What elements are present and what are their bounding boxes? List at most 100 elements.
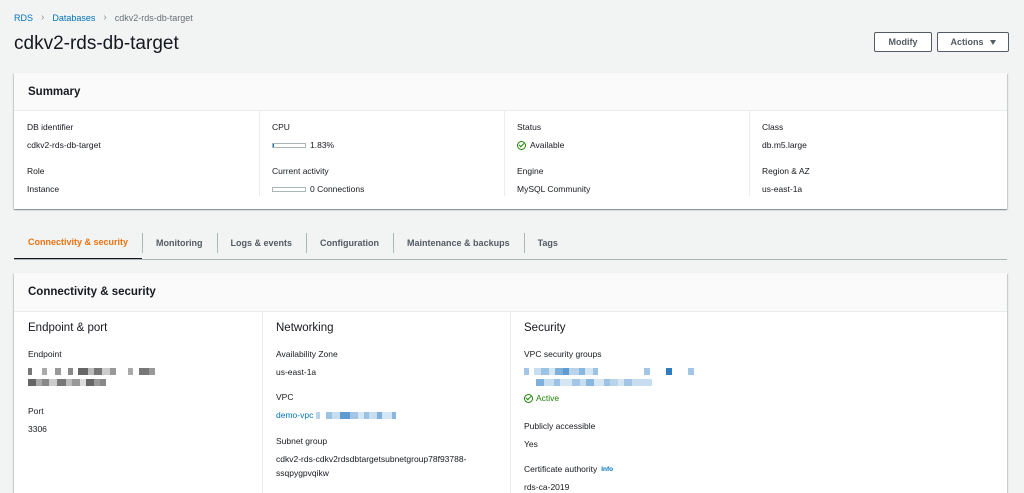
region-label: Region & AZ [762, 166, 810, 176]
db-identifier-label: DB identifier [27, 122, 74, 132]
tab-logs-events[interactable]: Logs & events [216, 226, 307, 260]
tabs-divider [14, 259, 1007, 260]
region-field: Region & AZ us-east-1a [762, 166, 810, 194]
vpc-value-row: demo-vpc [276, 410, 397, 420]
role-field: Role Instance [27, 166, 59, 194]
tab-configuration[interactable]: Configuration [306, 226, 393, 260]
engine-label: Engine [517, 166, 544, 176]
summary-panel: Summary DB identifier cdkv2-rds-db-targe… [14, 73, 1007, 209]
modify-button-label: Modify [888, 37, 918, 47]
certificate-authority-value: rds-ca-2019 [524, 482, 570, 492]
certificate-authority-label-row: Certificate authority Info [524, 464, 613, 474]
endpoint-column: Endpoint & port Endpoint Port 3306 [14, 312, 262, 493]
publicly-accessible-field: Publicly accessible Yes [524, 421, 595, 449]
summary-title: Summary [28, 85, 81, 98]
status-value: Available [530, 140, 565, 150]
status-badge: Available [517, 140, 564, 150]
tab-connectivity-security[interactable]: Connectivity & security [14, 226, 143, 260]
vpc-security-groups-field: VPC security groups Active [524, 349, 694, 403]
activity-label: Current activity [272, 166, 329, 176]
availability-zone-label: Availability Zone [276, 349, 338, 359]
connectivity-header: Connectivity & security [14, 273, 1007, 312]
tab-maintenance-backups[interactable]: Maintenance & backups [393, 226, 524, 260]
port-label: Port [28, 406, 44, 416]
vpc-id-redacted [316, 411, 397, 419]
region-value: us-east-1a [762, 184, 803, 194]
cpu-meter [272, 142, 306, 148]
vpc-security-groups-label: VPC security groups [524, 349, 602, 359]
tab-tags[interactable]: Tags [523, 226, 572, 260]
security-group-redacted-line-1[interactable] [524, 367, 694, 375]
breadcrumb-current: cdkv2-rds-db-target [114, 12, 193, 23]
class-value: db.m5.large [762, 140, 807, 150]
endpoint-redacted-line-2 [28, 378, 155, 386]
check-circle-icon [524, 393, 533, 403]
engine-field: Engine MySQL Community [517, 166, 590, 194]
chevron-right-icon: › [41, 12, 45, 23]
activity-meter [272, 186, 306, 192]
cpu-label: CPU [272, 122, 290, 132]
security-group-status: Active [536, 393, 560, 403]
vpc-field: VPC demo-vpc [276, 392, 397, 420]
availability-zone-value: us-east-1a [276, 367, 317, 377]
modify-button[interactable]: Modify [874, 32, 932, 52]
summary-column-status: Status Available Engine MySQL Community [504, 111, 749, 196]
cpu-field: CPU 1.83% [272, 122, 334, 150]
subnet-group-label: Subnet group [276, 436, 328, 446]
endpoint-section-title: Endpoint & port [28, 322, 108, 334]
actions-dropdown-button[interactable]: Actions [937, 32, 1009, 52]
detail-tabs: Connectivity & security Monitoring Logs … [14, 226, 572, 260]
class-label: Class [762, 122, 784, 132]
check-circle-icon [517, 140, 526, 150]
certificate-info-link[interactable]: Info [601, 466, 613, 473]
role-value: Instance [27, 184, 60, 194]
class-field: Class db.m5.large [762, 122, 807, 150]
security-group-status-badge: Active [524, 393, 694, 403]
db-identifier-field: DB identifier cdkv2-rds-db-target [27, 122, 101, 150]
port-value: 3306 [28, 424, 47, 434]
caret-down-icon [989, 39, 996, 45]
summary-column-class: Class db.m5.large Region & AZ us-east-1a [749, 111, 1007, 196]
page-title: cdkv2-rds-db-target [14, 33, 179, 54]
security-group-redacted-line-2[interactable] [524, 378, 694, 386]
vpc-link[interactable]: demo-vpc [276, 410, 313, 420]
breadcrumb: RDS › Databases › cdkv2-rds-db-target [14, 12, 193, 23]
endpoint-label: Endpoint [28, 349, 62, 359]
networking-column: Networking Availability Zone us-east-1a … [262, 312, 510, 493]
activity-field: Current activity 0 Connections [272, 166, 364, 194]
certificate-authority-field: Certificate authority Info rds-ca-2019 [524, 464, 613, 492]
port-field: Port 3306 [28, 406, 47, 434]
security-section-title: Security [524, 322, 566, 334]
subnet-group-value-line-1: cdkv2-rds-cdkv2rdsdbtargetsubnetgroup78f… [276, 454, 467, 464]
connectivity-panel: Connectivity & security Endpoint & port … [14, 273, 1007, 493]
activity-meter-row: 0 Connections [272, 184, 364, 194]
summary-header: Summary [14, 73, 1007, 111]
cpu-meter-row: 1.83% [272, 140, 334, 150]
certificate-authority-label: Certificate authority [524, 464, 598, 474]
breadcrumb-databases[interactable]: Databases [52, 13, 95, 23]
subnet-group-field: Subnet group cdkv2-rds-cdkv2rdsdbtargets… [276, 436, 466, 478]
role-label: Role [27, 166, 45, 176]
cpu-meter-fill [273, 143, 274, 147]
security-column: Security VPC security groups Active Publ… [510, 312, 1007, 493]
cpu-value: 1.83% [310, 140, 335, 150]
engine-value: MySQL Community [517, 184, 591, 194]
summary-column-identity: DB identifier cdkv2-rds-db-target Role I… [14, 111, 259, 196]
summary-column-usage: CPU 1.83% Current activity 0 Connections [259, 111, 504, 196]
tab-monitoring[interactable]: Monitoring [142, 226, 217, 260]
activity-value: 0 Connections [310, 184, 365, 194]
endpoint-redacted-line-1 [28, 367, 155, 375]
summary-grid: DB identifier cdkv2-rds-db-target Role I… [14, 111, 1007, 209]
networking-section-title: Networking [276, 322, 334, 334]
subnet-group-value-line-2: ssqpygpvqikw [276, 468, 329, 478]
endpoint-field: Endpoint [28, 349, 155, 386]
breadcrumb-rds[interactable]: RDS [14, 13, 33, 23]
status-label: Status [517, 122, 542, 132]
vpc-label: VPC [276, 392, 294, 402]
publicly-accessible-value: Yes [524, 439, 538, 449]
db-identifier-value: cdkv2-rds-db-target [27, 140, 101, 150]
actions-button-label: Actions [950, 37, 984, 47]
connectivity-title: Connectivity & security [28, 286, 156, 298]
availability-zone-field: Availability Zone us-east-1a [276, 349, 338, 377]
publicly-accessible-label: Publicly accessible [524, 421, 596, 431]
